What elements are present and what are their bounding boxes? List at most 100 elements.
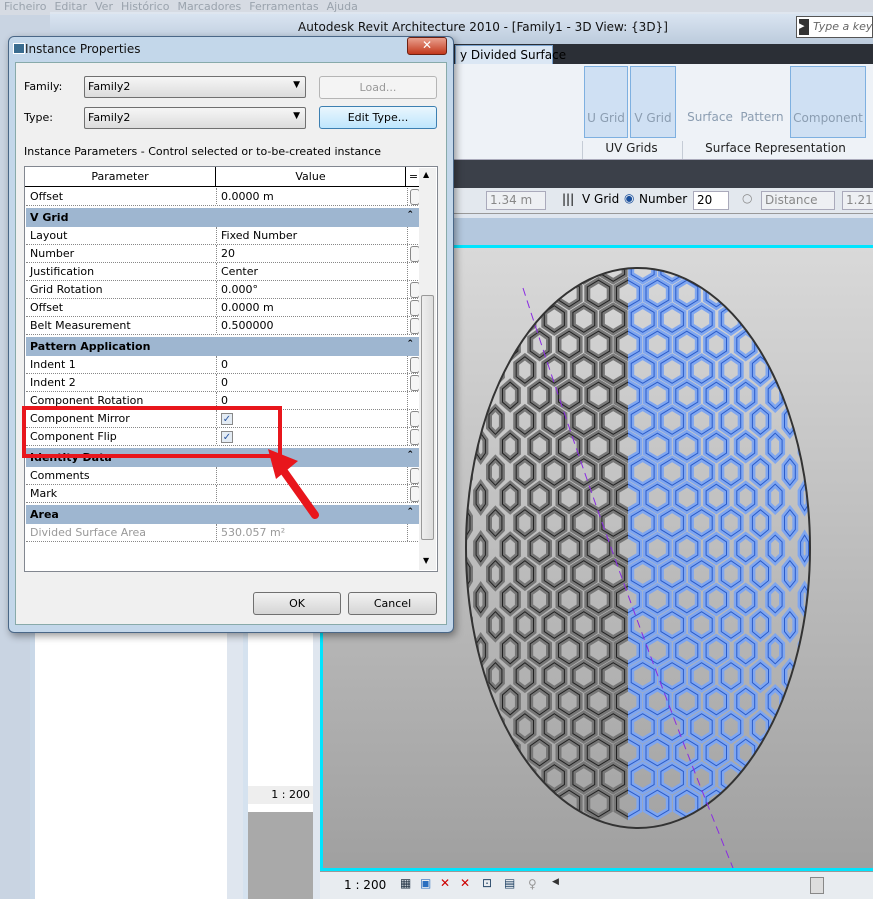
value-cell[interactable]: 20 [216, 245, 235, 261]
value-cell[interactable]: 0.0000 m [216, 188, 274, 204]
detail-level-icon[interactable]: ▦ [400, 876, 411, 890]
table-row[interactable]: Divided Surface Area 530.057 m² [26, 524, 420, 542]
surface-button[interactable]: Surface [686, 66, 734, 138]
value-cell[interactable]: 0 [216, 356, 228, 372]
os-menu-item[interactable]: Ficheiro [4, 0, 46, 13]
render-icon[interactable]: ▤ [504, 876, 515, 890]
scroll-up-arrow[interactable]: ▲ [423, 170, 429, 179]
table-row[interactable]: Justification Center [26, 263, 420, 281]
table-row[interactable]: Offset 0.0000 m [26, 188, 420, 206]
app-title: Autodesk Revit Architecture 2010 - [Fami… [298, 20, 668, 34]
parameter-name: Layout [30, 229, 68, 242]
pattern-button[interactable]: Pattern [738, 66, 786, 138]
group-name: V Grid [30, 211, 69, 224]
u-distance-field[interactable]: 1.34 m [486, 191, 546, 210]
group-header[interactable]: Pattern Application ⌃ [26, 337, 420, 356]
value-cell[interactable]: 0.000° [216, 281, 258, 297]
collapse-icon[interactable]: ⌃ [406, 507, 414, 517]
value-cell[interactable]: Fixed Number [216, 227, 297, 243]
type-dropdown[interactable]: Family2 ▼ [84, 107, 306, 129]
v-grid-label: V Grid [634, 111, 672, 125]
value-cell[interactable]: 0.500000 [216, 317, 274, 333]
sun-path-icon[interactable]: ✕ [440, 876, 450, 890]
table-row[interactable]: Number 20 [26, 245, 420, 263]
parameter-name: Divided Surface Area [30, 526, 147, 539]
ribbon-panel: U Grid V Grid Surface Pattern Component … [450, 64, 873, 160]
collapse-icon[interactable]: ⌃ [406, 339, 414, 349]
distance-dropdown[interactable]: Distance [761, 191, 835, 210]
load-button[interactable]: Load... [319, 76, 437, 99]
view-control-bar: 1 : 200 ▦ ▣ ✕ ✕ ⊡ ▤ ♀ ◀ [320, 871, 873, 899]
lightbulb-icon[interactable]: ♀ [528, 877, 537, 891]
group-name: Area [30, 508, 59, 521]
component-button[interactable]: Component [790, 66, 866, 138]
chevron-down-icon: ▼ [293, 80, 300, 90]
ok-button[interactable]: OK [253, 592, 341, 615]
table-row[interactable]: Offset 0.0000 m [26, 299, 420, 317]
parameter-name: Offset [30, 190, 64, 203]
group-name: Pattern Application [30, 340, 151, 353]
preview-area [248, 812, 313, 899]
value-cell[interactable] [216, 467, 221, 483]
properties-pane [30, 632, 230, 899]
parameter-name: Grid Rotation [30, 283, 103, 296]
parameter-name: Indent 1 [30, 358, 76, 371]
group-header[interactable]: V Grid ⌃ [26, 208, 420, 227]
value-cell[interactable]: Center [216, 263, 258, 279]
browser-scale: 1 : 200 [248, 786, 313, 804]
parameters-table: Parameter Value = Offset 0.0000 m V Grid ⌃ L… [24, 166, 438, 572]
table-row[interactable]: Belt Measurement 0.500000 [26, 317, 420, 335]
value-cell[interactable] [216, 485, 221, 501]
parameter-name: Belt Measurement [30, 319, 131, 332]
column-header-value[interactable]: Value [216, 167, 406, 187]
highlight-annotation-box [22, 406, 282, 458]
options-bar: 1.34 m ||| V Grid ◉ Number 20 ○ Distance… [450, 188, 873, 214]
table-row[interactable]: Layout Fixed Number [26, 227, 420, 245]
close-button[interactable]: ✕ [407, 37, 447, 55]
table-row[interactable]: Mark [26, 485, 420, 503]
distance-field[interactable]: 1.21 [842, 191, 873, 210]
panel-label-surface-representation: Surface Representation [682, 141, 868, 159]
table-row[interactable]: Indent 2 0 [26, 374, 420, 392]
column-header-parameter[interactable]: Parameter [25, 167, 216, 187]
parameter-name: Indent 2 [30, 376, 76, 389]
parameter-name: Comments [30, 469, 90, 482]
dialog-icon [13, 43, 25, 54]
parameter-name: Number [30, 247, 75, 260]
tab-divided-surface[interactable]: y Divided Surface [455, 45, 566, 65]
chevron-down-icon: ▼ [293, 111, 300, 121]
edit-type-button[interactable]: Edit Type... [319, 106, 437, 129]
scroll-left-arrow[interactable]: ◀ [552, 877, 559, 887]
table-row[interactable]: Grid Rotation 0.000° [26, 281, 420, 299]
scrollbar-thumb[interactable] [421, 295, 434, 540]
value-cell[interactable]: 0.0000 m [216, 299, 274, 315]
distance-radio[interactable]: ○ [742, 191, 752, 205]
cancel-button[interactable]: Cancel [348, 592, 437, 615]
view-scale[interactable]: 1 : 200 [344, 878, 386, 892]
group-header[interactable]: Area ⌃ [26, 505, 420, 524]
view-tab-bar [450, 218, 873, 245]
scroll-down-arrow[interactable]: ▼ [423, 556, 429, 565]
visual-style-icon[interactable]: ▣ [420, 876, 431, 890]
number-field[interactable]: 20 [693, 191, 729, 210]
panel-label-uv-grids: UV Grids [582, 141, 680, 159]
parameter-name: Justification [30, 265, 95, 278]
table-row[interactable]: Comments [26, 467, 420, 485]
table-row[interactable]: Indent 1 0 [26, 356, 420, 374]
type-value: Family2 [88, 111, 131, 124]
u-grid-button[interactable]: U Grid [584, 66, 628, 138]
family-value: Family2 [88, 80, 131, 93]
v-grid-button[interactable]: V Grid [630, 66, 676, 138]
collapse-icon[interactable]: ⌃ [406, 210, 414, 220]
collapse-icon[interactable]: ⌃ [406, 450, 414, 460]
type-label: Type: [24, 111, 53, 124]
crop-icon[interactable]: ⊡ [482, 876, 492, 890]
search-input[interactable]: Type a keyword [796, 16, 873, 38]
value-cell[interactable]: 0 [216, 374, 228, 390]
dialog-title: Instance Properties [25, 42, 141, 56]
number-radio[interactable]: ◉ [624, 191, 634, 205]
shadows-icon[interactable]: ✕ [460, 876, 470, 890]
horizontal-scrollbar-thumb[interactable] [810, 877, 824, 894]
family-dropdown[interactable]: Family2 ▼ [84, 76, 306, 98]
reference-line [522, 287, 734, 869]
